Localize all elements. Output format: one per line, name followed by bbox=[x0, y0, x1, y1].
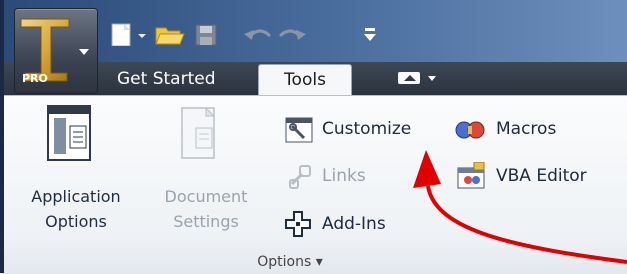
annotation-arrow bbox=[413, 150, 627, 264]
window-left-edge bbox=[0, 0, 4, 273]
